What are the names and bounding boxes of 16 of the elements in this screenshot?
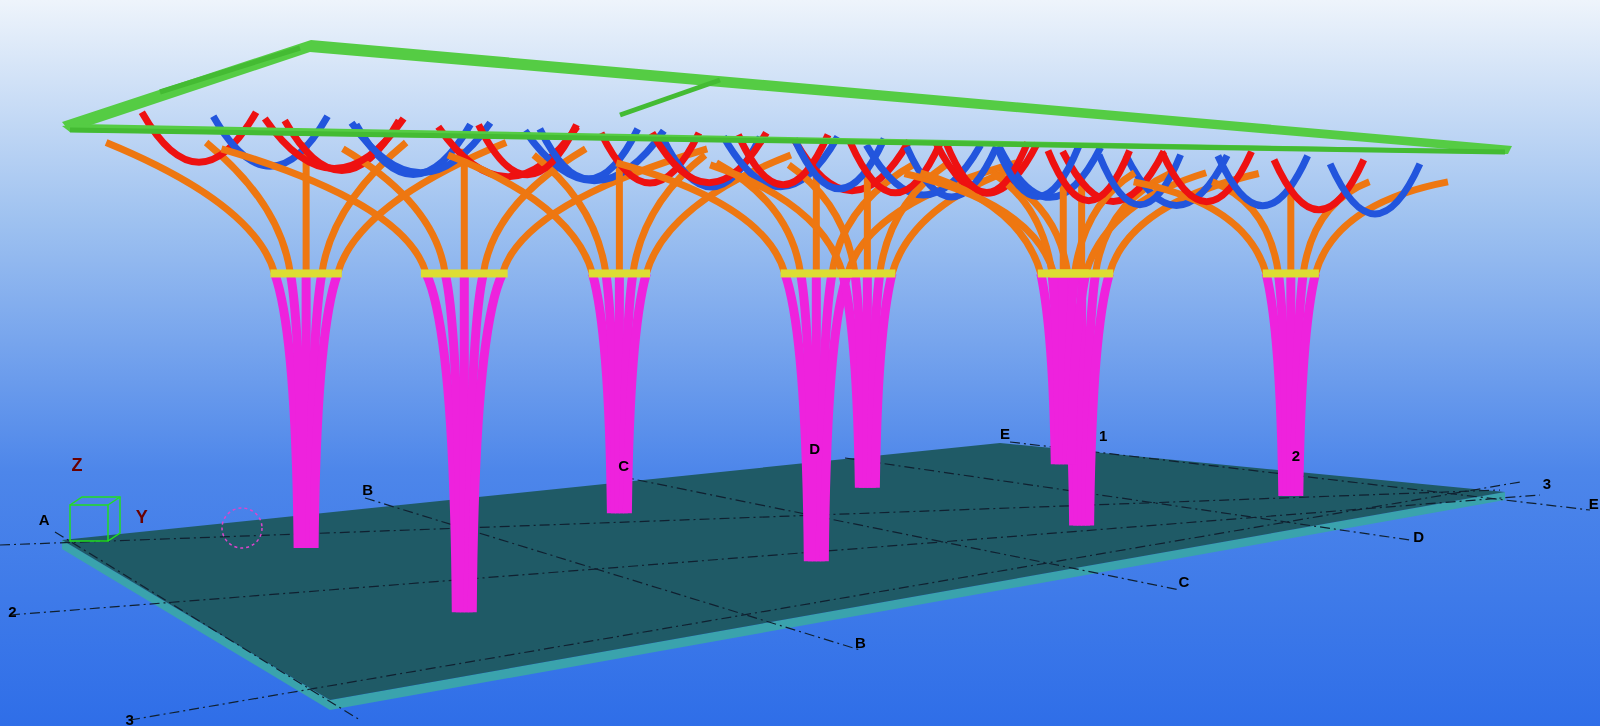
grid-label: B [855,634,866,650]
grid-label: E [1588,496,1599,512]
grid-label: 3 [125,712,134,726]
grid-label: C [618,458,630,474]
grid-label: 3 [1542,475,1552,491]
axis-label: Z [71,456,83,475]
grid-label: C [1178,573,1190,589]
grid-label: 1 [1098,427,1108,443]
grid-label: D [1413,528,1425,544]
grid-label: 2 [1291,448,1301,464]
axis-label: Y [135,508,148,527]
grid-label: 2 [8,604,17,620]
grid-label: E [1000,425,1010,441]
grid-label: D [809,440,820,456]
grid-label: B [362,481,374,497]
grid-label: A [38,512,50,528]
